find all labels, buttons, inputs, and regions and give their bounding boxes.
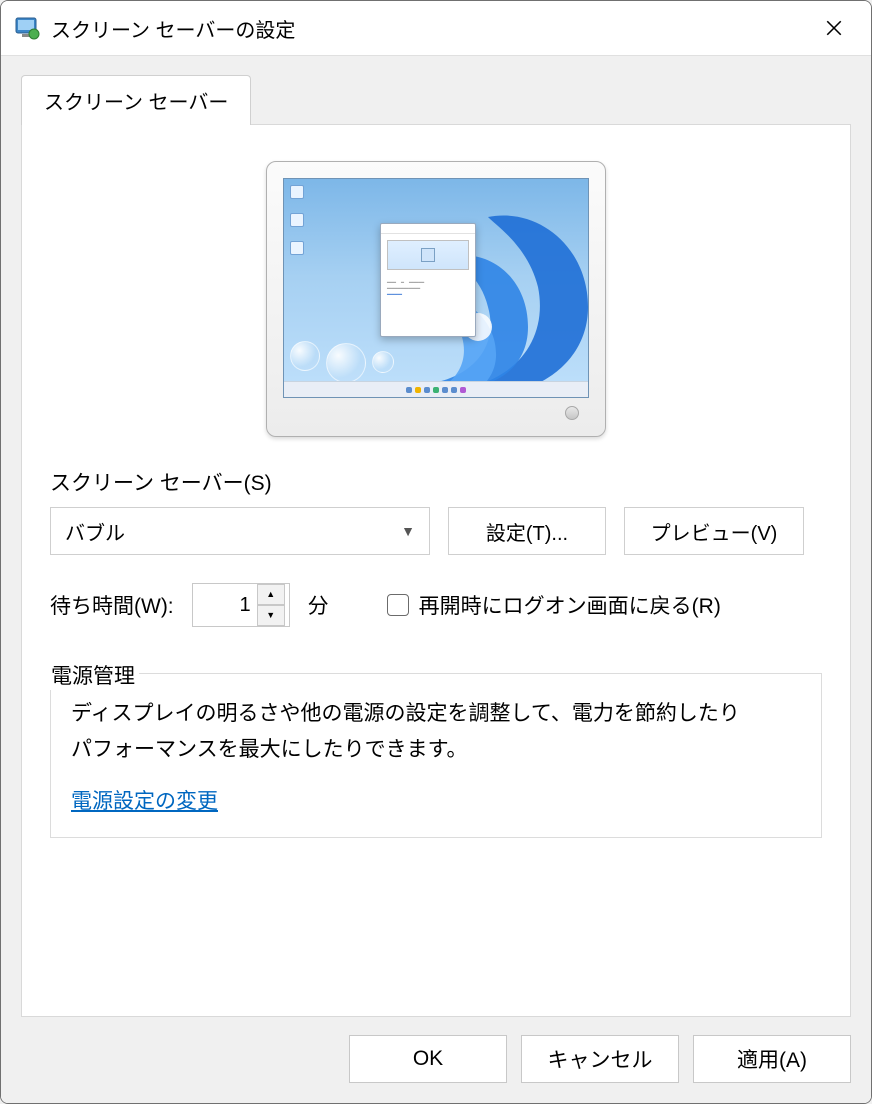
tabstrip: スクリーン セーバー <box>1 56 871 124</box>
wait-unit: 分 <box>308 590 329 620</box>
power-description: ディスプレイの明るさや他の電源の設定を調整して、電力を節約したり パフォーマンス… <box>71 696 801 767</box>
nested-dialog-preview: ━━━ ━ ━━━━━━━━━━━━━━━━━━━━━ <box>380 223 476 337</box>
power-settings-link[interactable]: 電源設定の変更 <box>71 790 218 813</box>
apply-button[interactable]: 適用(A) <box>693 1035 851 1083</box>
preview-button[interactable]: プレビュー(V) <box>624 507 804 555</box>
close-button[interactable] <box>805 8 863 48</box>
ok-button[interactable]: OK <box>349 1035 507 1083</box>
resume-logon-checkbox[interactable] <box>387 594 409 616</box>
resume-logon-label: 再開時にログオン画面に戻る(R) <box>419 590 721 620</box>
cancel-button[interactable]: キャンセル <box>521 1035 679 1083</box>
wait-label: 待ち時間(W): <box>50 590 174 620</box>
client-area: スクリーン セーバー <box>1 55 871 1103</box>
screensaver-settings-window: スクリーン セーバーの設定 スクリーン セーバー <box>0 0 872 1104</box>
screensaver-select[interactable]: バブル ▼ <box>50 507 430 555</box>
close-icon <box>825 19 843 37</box>
monitor-power-icon <box>565 406 579 420</box>
screensaver-select-value: バブル <box>65 517 125 546</box>
app-icon <box>15 15 41 41</box>
dialog-button-row: OK キャンセル 適用(A) <box>1 1017 871 1103</box>
wait-input[interactable] <box>193 584 257 626</box>
tab-panel: ━━━ ━ ━━━━━━━━━━━━━━━━━━━━━ スクリーン セーバー(S… <box>21 124 851 1017</box>
preview-area: ━━━ ━ ━━━━━━━━━━━━━━━━━━━━━ <box>50 151 822 467</box>
power-legend: 電源管理 <box>49 660 139 690</box>
chevron-down-icon: ▼ <box>401 523 415 539</box>
screensaver-section-label: スクリーン セーバー(S) <box>50 467 822 497</box>
spin-up-button[interactable]: ▲ <box>257 584 285 605</box>
monitor-preview: ━━━ ━ ━━━━━━━━━━━━━━━━━━━━━ <box>266 161 606 437</box>
wait-spinner[interactable]: ▲ ▼ <box>192 583 290 627</box>
power-management-group: 電源管理 ディスプレイの明るさや他の電源の設定を調整して、電力を節約したり パフ… <box>50 673 822 838</box>
titlebar: スクリーン セーバーの設定 <box>1 1 871 55</box>
window-title: スクリーン セーバーの設定 <box>51 14 805 43</box>
spin-down-button[interactable]: ▼ <box>257 605 285 626</box>
settings-button[interactable]: 設定(T)... <box>448 507 606 555</box>
tab-screensaver[interactable]: スクリーン セーバー <box>21 75 251 125</box>
